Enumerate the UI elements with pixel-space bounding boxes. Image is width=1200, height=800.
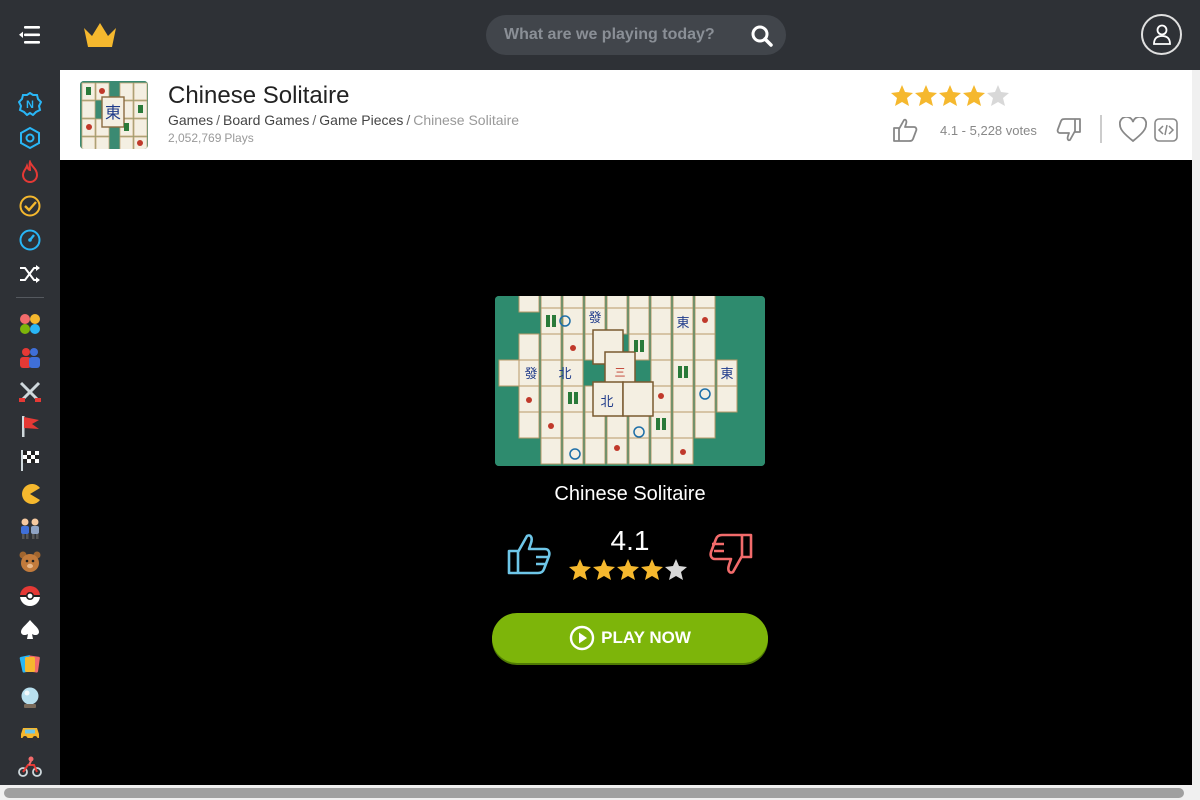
battle-icon[interactable] <box>18 380 42 404</box>
header-star-rating <box>890 84 1010 108</box>
play-now-label: PLAY NOW <box>601 628 691 647</box>
breadcrumb-games[interactable]: Games <box>168 112 213 128</box>
play-circle-icon <box>569 625 595 651</box>
bike-icon[interactable] <box>18 754 42 778</box>
updated-icon[interactable] <box>18 126 42 150</box>
racing-icon[interactable] <box>18 448 42 472</box>
breadcrumb-separator: / <box>406 112 411 128</box>
embed-code-icon[interactable] <box>1154 118 1178 142</box>
svg-text:三: 三 <box>615 366 626 379</box>
svg-text:N: N <box>26 99 34 111</box>
new-icon[interactable]: N <box>17 91 43 117</box>
breadcrumb: Games / Board Games / Game Pieces / Chinese So… <box>168 112 519 128</box>
breadcrumb-current: Chinese Solitaire <box>413 112 520 128</box>
random-icon[interactable] <box>18 262 42 286</box>
game-title: Chinese Solitaire <box>168 82 350 109</box>
game-preview-image[interactable]: 東東北北發發 三 <box>495 296 765 466</box>
animal-icon[interactable] <box>18 550 42 574</box>
votes-text: 4.1 - 5,228 votes <box>940 123 1037 138</box>
svg-text:東: 東 <box>676 315 689 331</box>
card-games-icon[interactable] <box>18 652 42 676</box>
cards-icon[interactable] <box>18 618 42 642</box>
user-icon <box>1153 24 1171 45</box>
svg-text:東: 東 <box>720 366 733 382</box>
car-icon[interactable] <box>18 720 42 744</box>
svg-text:北: 北 <box>600 395 613 410</box>
horizontal-scrollbar <box>0 785 1200 800</box>
two-player-icon[interactable] <box>18 346 42 370</box>
svg-text:發: 發 <box>588 311 601 326</box>
thumbs-up-icon[interactable] <box>892 117 918 143</box>
top-bar <box>0 0 1200 70</box>
multiplayer-icon[interactable] <box>18 516 42 540</box>
puzzle-icon[interactable] <box>18 312 42 336</box>
header-divider <box>1100 115 1102 143</box>
large-thumbs-up-icon[interactable] <box>506 532 552 576</box>
speed-icon[interactable] <box>18 228 42 252</box>
thumbs-down-icon[interactable] <box>1056 117 1082 143</box>
sidebar-divider <box>16 297 44 298</box>
svg-text:東: 東 <box>105 103 121 122</box>
star-icon <box>593 559 615 580</box>
star-icon <box>963 85 985 106</box>
breadcrumb-board-games[interactable]: Board Games <box>223 112 309 128</box>
star-icon <box>641 559 663 580</box>
flag-icon[interactable] <box>18 414 42 438</box>
search-bar <box>486 15 786 55</box>
account-button[interactable] <box>1141 14 1182 55</box>
breadcrumb-separator: / <box>312 112 317 128</box>
star-icon <box>939 85 961 106</box>
svg-text:北: 北 <box>558 367 571 382</box>
sidebar: N <box>0 70 60 800</box>
favorite-heart-icon[interactable] <box>1118 115 1148 143</box>
arcade-icon[interactable] <box>18 482 42 506</box>
stage-game-title: Chinese Solitaire <box>554 483 706 505</box>
logo-crown-icon[interactable] <box>82 20 118 50</box>
completed-icon[interactable] <box>18 194 42 218</box>
breadcrumb-separator: / <box>216 112 221 128</box>
breadcrumb-game-pieces[interactable]: Game Pieces <box>319 112 403 128</box>
star-icon <box>915 85 937 106</box>
plays-number: 2,052,769 <box>168 131 222 145</box>
plays-count: 2,052,769 Plays <box>168 131 257 145</box>
menu-icon[interactable] <box>18 22 42 48</box>
search-icon[interactable] <box>750 24 774 48</box>
hot-icon[interactable] <box>18 159 42 184</box>
star-empty-icon <box>665 559 687 580</box>
large-thumbs-down-icon[interactable] <box>708 532 754 576</box>
stage-rating-value: 4.1 <box>610 525 650 556</box>
star-empty-icon <box>987 85 1009 106</box>
plays-label: Plays <box>224 131 254 145</box>
star-icon <box>891 85 913 106</box>
game-stage: 東東北北發發 三 Chinese Solitaire 4.1 PLAY NOW <box>60 160 1192 785</box>
search-input[interactable] <box>504 15 744 55</box>
play-now-button[interactable]: PLAY NOW <box>492 613 768 663</box>
star-icon <box>569 559 591 580</box>
stage-star-rating <box>568 558 690 582</box>
game-header: 東 Chinese Solitaire Games / Board Games / Ga… <box>60 70 1192 160</box>
game-thumbnail[interactable]: 東 <box>80 81 148 149</box>
vertical-scrollbar[interactable] <box>1192 70 1200 800</box>
horizontal-scrollbar-thumb[interactable] <box>4 788 1184 798</box>
svg-text:發: 發 <box>524 367 537 382</box>
crystal-ball-icon[interactable] <box>18 686 42 710</box>
star-icon <box>617 559 639 580</box>
pokeball-icon[interactable] <box>18 584 42 608</box>
